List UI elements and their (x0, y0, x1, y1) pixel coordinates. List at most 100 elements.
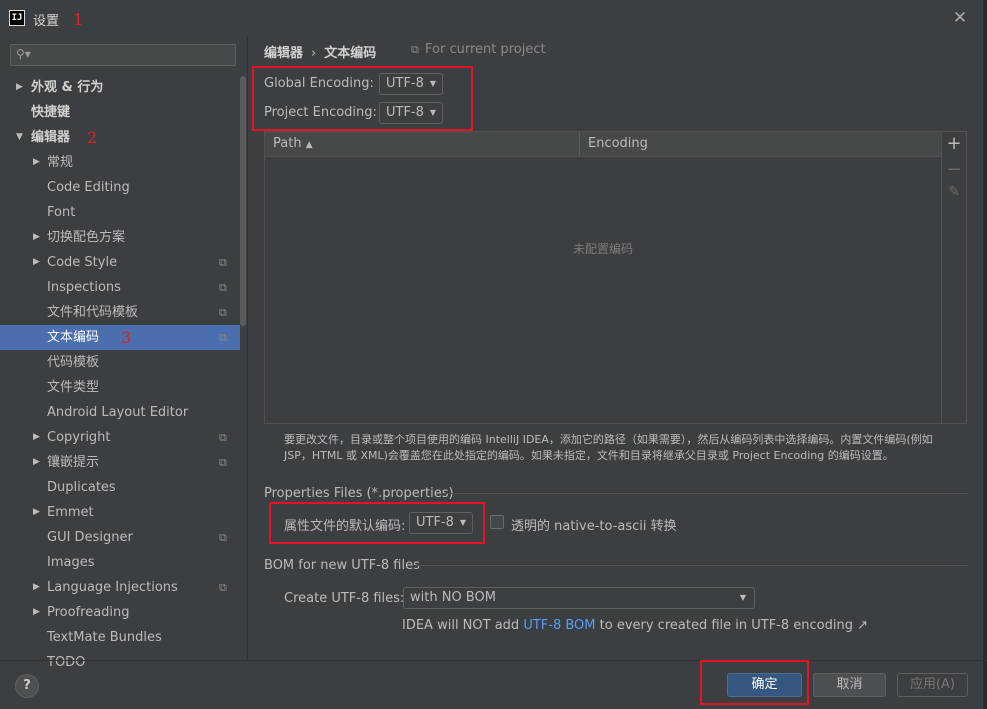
sidebar-item[interactable]: ▶ Proofreading (0, 600, 240, 625)
sidebar-item[interactable]: ▶ Emmet (0, 500, 240, 525)
expand-right-icon[interactable]: ▶ (33, 575, 40, 600)
project-scope-icon: ⧉ (219, 281, 227, 294)
sidebar-item[interactable]: TextMate Bundles (0, 625, 240, 650)
sidebar-item[interactable]: ▶ 镶嵌提示 ⧉ (0, 450, 240, 475)
window-title: 设置 1 (33, 10, 83, 29)
sidebar-item[interactable]: Font (0, 200, 240, 225)
column-header-path[interactable]: Path ▲ (273, 136, 313, 151)
panel-divider[interactable] (247, 36, 248, 660)
sidebar-item[interactable]: ▶ Code Style ⧉ (0, 250, 240, 275)
project-scope-icon: ⧉ (219, 256, 227, 269)
settings-search-input[interactable]: ⚲▾ (10, 44, 236, 66)
sidebar-item[interactable]: GUI Designer ⧉ (0, 525, 240, 550)
sidebar-item-label: 常规 (47, 155, 74, 170)
sidebar-item-label: 镶嵌提示 (47, 455, 100, 470)
window-edge (983, 0, 987, 709)
sidebar-item[interactable]: ▶ Copyright ⧉ (0, 425, 240, 450)
sidebar-item[interactable]: Duplicates (0, 475, 240, 500)
sidebar-item-label: 代码模板 (47, 355, 100, 370)
highlight-box-properties (269, 502, 485, 544)
sidebar-item[interactable]: Android Layout Editor (0, 400, 240, 425)
sidebar-item[interactable]: ▶ Language Injections ⧉ (0, 575, 240, 600)
sidebar-item[interactable]: Inspections ⧉ (0, 275, 240, 300)
close-icon[interactable]: ✕ (950, 8, 970, 28)
section-divider (413, 565, 968, 566)
sidebar-item-label: Code Style (47, 255, 118, 270)
annotation-1: 1 (73, 10, 84, 29)
breadcrumb-separator: › (311, 46, 317, 61)
expand-down-icon[interactable]: ▼ (16, 125, 23, 150)
sidebar-item[interactable]: ▶ 外观 & 行为 (0, 75, 240, 100)
bom-select[interactable]: with NO BOM ▼ (403, 587, 755, 609)
remove-icon[interactable]: − (942, 159, 966, 180)
sidebar-item[interactable]: ▼ 编辑器 2 (0, 125, 240, 150)
expand-right-icon[interactable]: ▶ (33, 250, 40, 275)
utf8-bom-link[interactable]: UTF-8 BOM (523, 618, 595, 633)
sidebar-item-label: TODO (47, 655, 86, 670)
expand-right-icon[interactable]: ▶ (16, 75, 23, 100)
scope-label: For current project (425, 42, 546, 57)
project-scope-icon: ⧉ (219, 431, 227, 444)
expand-right-icon[interactable]: ▶ (33, 150, 40, 175)
project-scope-icon: ⧉ (219, 581, 227, 594)
create-utf8-label: Create UTF-8 files: (284, 591, 405, 606)
project-scope-icon: ⧉ (411, 43, 419, 56)
expand-right-icon[interactable]: ▶ (33, 600, 40, 625)
edit-icon[interactable]: ✎ (942, 184, 966, 200)
sidebar-item[interactable]: Images (0, 550, 240, 575)
sidebar-item-label: 文件类型 (47, 380, 100, 395)
sidebar-item-label: Duplicates (47, 480, 116, 495)
sidebar-item[interactable]: TODO (0, 650, 240, 675)
sidebar-item[interactable]: 文件类型 (0, 375, 240, 400)
encoding-description: 要更改文件，目录或整个项目使用的编码 IntelliJ IDEA，添加它的路径（… (284, 433, 933, 462)
sidebar-item-label: 外观 & 行为 (31, 80, 104, 95)
native-to-ascii-label[interactable]: 透明的 native-to-ascii 转换 (511, 515, 677, 534)
bom-section-title: BOM for new UTF-8 files (264, 558, 420, 573)
breadcrumb: 编辑器 › 文本编码 (264, 42, 376, 61)
sidebar-item-label: TextMate Bundles (47, 630, 162, 645)
expand-right-icon[interactable]: ▶ (33, 425, 40, 450)
sidebar-item[interactable]: 文本编码 ⧉ 3 (0, 325, 240, 350)
sidebar-item-label: Emmet (47, 505, 94, 520)
expand-right-icon[interactable]: ▶ (33, 225, 40, 250)
footer-divider (0, 660, 987, 661)
section-divider (441, 493, 968, 494)
project-scope-icon: ⧉ (219, 306, 227, 319)
sidebar-item-label: GUI Designer (47, 530, 133, 545)
expand-right-icon[interactable]: ▶ (33, 450, 40, 475)
sidebar-item[interactable]: ▶ 常规 (0, 150, 240, 175)
table-header: Path ▲ Encoding (265, 132, 941, 157)
cancel-button[interactable]: 取消 (813, 673, 886, 697)
sidebar-item[interactable]: 快捷键 (0, 100, 240, 125)
apply-button[interactable]: 应用(A) (897, 673, 968, 697)
add-icon[interactable]: + (942, 133, 966, 154)
sidebar-scrollbar[interactable] (240, 76, 246, 326)
expand-right-icon[interactable]: ▶ (33, 500, 40, 525)
sidebar-item-label: 编辑器 (31, 130, 71, 145)
sidebar-item-label: 切换配色方案 (47, 230, 126, 245)
help-button[interactable]: ? (15, 674, 39, 698)
sidebar-item[interactable]: 代码模板 (0, 350, 240, 375)
highlight-box-encodings (252, 66, 473, 131)
sidebar-item[interactable]: 文件和代码模板 ⧉ (0, 300, 240, 325)
sidebar-item-label: 文件和代码模板 (47, 305, 139, 320)
sidebar-item-label: Inspections (47, 280, 121, 295)
sidebar-item-label: Language Injections (47, 580, 178, 595)
column-header-encoding[interactable]: Encoding (588, 136, 648, 151)
bom-info-text: IDEA will NOT add UTF-8 BOM to every cre… (402, 618, 868, 633)
project-scope-icon: ⧉ (219, 331, 227, 344)
project-scope-icon: ⧉ (219, 531, 227, 544)
search-icon: ⚲▾ (16, 47, 31, 61)
native-to-ascii-checkbox[interactable] (490, 515, 504, 529)
bom-info-prefix: IDEA will NOT add (402, 618, 524, 633)
column-separator[interactable] (579, 132, 580, 156)
sidebar-item-label: Copyright (47, 430, 111, 445)
breadcrumb-parent: 编辑器 (264, 46, 304, 61)
project-scope-icon: ⧉ (219, 456, 227, 469)
bom-info-suffix: to every created file in UTF-8 encoding … (595, 618, 868, 633)
sidebar-item-label: Android Layout Editor (47, 405, 189, 420)
sidebar-item[interactable]: Code Editing (0, 175, 240, 200)
properties-section-title: Properties Files (*.properties) (264, 486, 454, 501)
encoding-table: Path ▲ Encoding 未配置编码 (264, 131, 942, 424)
sidebar-item[interactable]: ▶ 切换配色方案 (0, 225, 240, 250)
